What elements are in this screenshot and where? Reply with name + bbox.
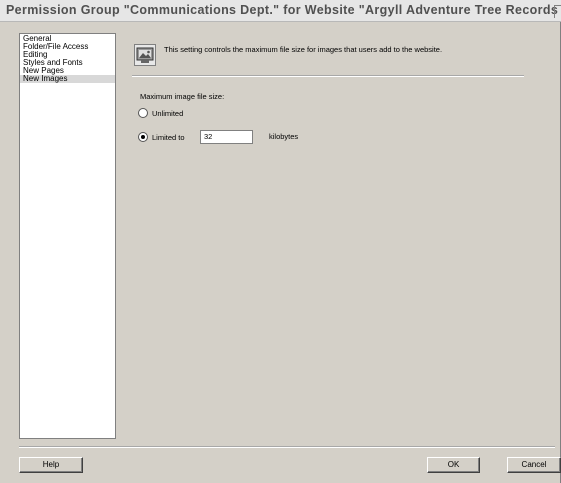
setting-description: This setting controls the maximum file s… [164,45,443,54]
unlimited-label: Unlimited [152,108,184,118]
file-size-input[interactable]: 32 [200,130,253,144]
limited-radio[interactable] [138,132,148,142]
settings-panel: This setting controls the maximum file s… [118,33,555,439]
image-permission-icon [134,44,156,66]
sidebar-item-new-images[interactable]: New Images [20,75,115,83]
ok-button[interactable]: OK [427,457,480,473]
limited-option[interactable]: Limited to [138,131,185,143]
unlimited-option[interactable]: Unlimited [138,107,183,119]
category-list[interactable]: General Folder/File Access Editing Style… [19,33,116,439]
footer-divider [19,446,555,448]
title-bar-button[interactable] [554,5,561,18]
section-divider [132,75,524,77]
permission-group-dialog: Permission Group "Communications Dept." … [0,0,561,483]
unlimited-radio[interactable] [138,108,148,118]
max-file-size-label: Maximum image file size: [140,92,225,101]
limited-label: Limited to [152,132,185,142]
title-bar: Permission Group "Communications Dept." … [0,0,561,22]
help-button[interactable]: Help [19,457,83,473]
radio-checked-dot [141,135,145,139]
unit-label: kilobytes [269,132,299,141]
cancel-button[interactable]: Cancel [507,457,561,473]
window-title: Permission Group "Communications Dept." … [6,3,561,17]
